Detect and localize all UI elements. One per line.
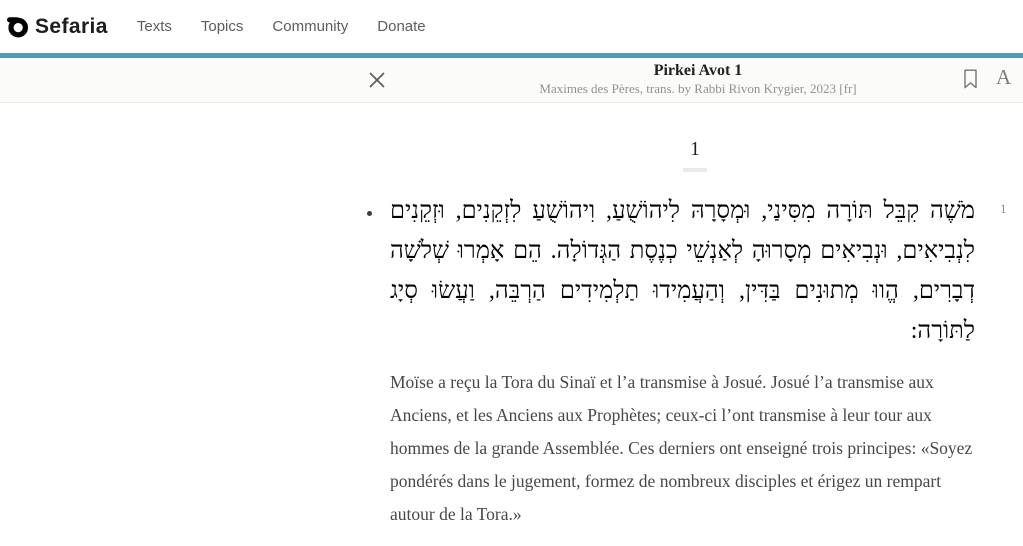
connections-dot[interactable] <box>367 211 372 216</box>
chapter-divider <box>683 168 707 172</box>
nav-item-texts[interactable]: Texts <box>137 18 172 35</box>
bookmark-button[interactable] <box>963 69 978 89</box>
reader-title: Pirkei Avot 1 <box>539 62 856 80</box>
sefaria-wordmark: Sefaria <box>35 15 108 39</box>
sefaria-logo[interactable]: Sefaria <box>7 15 108 39</box>
bookmark-icon <box>963 69 978 89</box>
verse-number: 1 <box>1000 201 1007 217</box>
sefaria-reader-page: Sefaria Texts Topics Community Donate Pi… <box>0 0 1023 546</box>
nav-item-donate[interactable]: Donate <box>377 18 425 35</box>
font-size-icon: A <box>996 65 1011 89</box>
close-icon <box>368 71 386 89</box>
chapter-heading: 1 <box>683 138 707 172</box>
nav-links: Texts Topics Community Donate <box>137 18 426 35</box>
sefaria-logo-icon <box>7 15 29 38</box>
nav-item-topics[interactable]: Topics <box>201 18 244 35</box>
reader-controls-header <box>0 58 1023 103</box>
chapter-number: 1 <box>683 138 707 161</box>
close-button[interactable] <box>368 71 386 89</box>
reader-title-block[interactable]: Pirkei Avot 1 Maximes des Pères, trans. … <box>539 62 856 96</box>
top-nav: Sefaria Texts Topics Community Donate <box>0 0 1023 53</box>
translation-segment-text[interactable]: Moïse a reçu la Tora du Sinaï et l’a tra… <box>390 366 975 531</box>
hebrew-segment-text[interactable]: מֹשֶׁה קִבֵּל תּוֹרָה מִסִּינַי, וּמְסָר… <box>390 191 975 351</box>
nav-item-community[interactable]: Community <box>272 18 348 35</box>
reader-subtitle: Maximes des Pères, trans. by Rabbi Rivon… <box>539 81 856 96</box>
font-size-button[interactable]: A <box>996 65 1011 89</box>
